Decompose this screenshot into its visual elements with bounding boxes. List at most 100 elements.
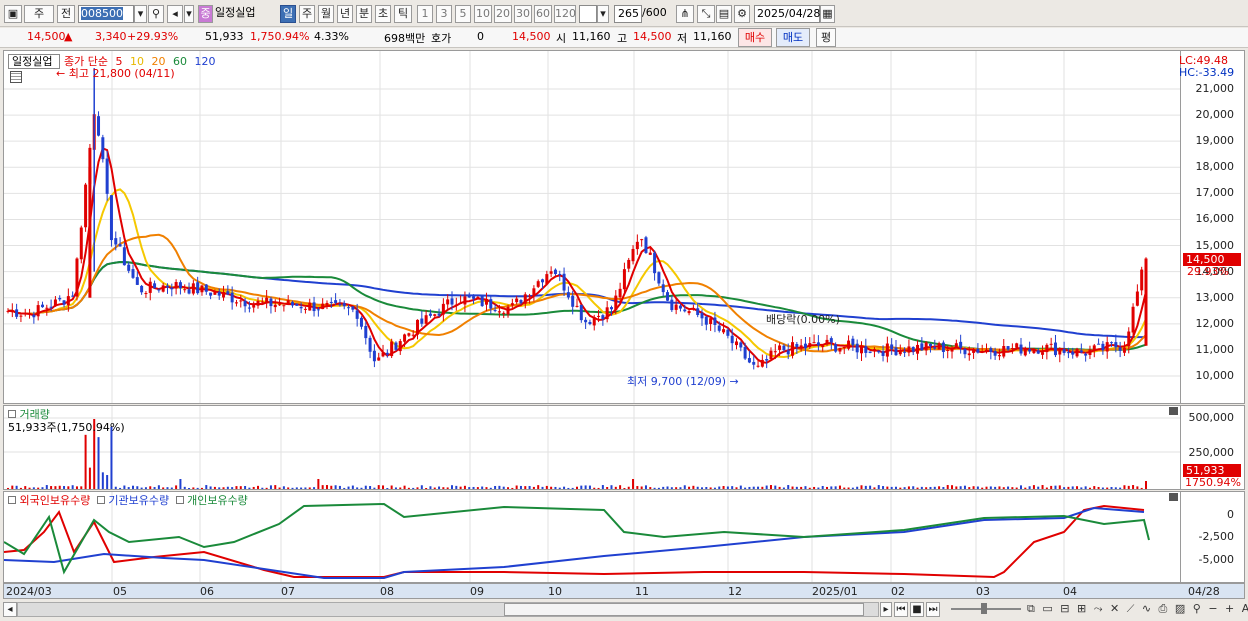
volume-bar bbox=[377, 485, 380, 489]
holdings-box-icon-2[interactable] bbox=[96, 496, 105, 504]
scroll-left-icon[interactable]: ◂ bbox=[3, 602, 17, 617]
drawing-tool-icon[interactable]: ⤡ bbox=[697, 5, 715, 23]
zoom-slider-handle[interactable] bbox=[981, 603, 987, 614]
font-size-icon[interactable]: A bbox=[1242, 602, 1248, 615]
scroll-right-icon[interactable]: ▸ bbox=[880, 602, 892, 617]
zoom-out-icon[interactable]: − bbox=[1208, 602, 1219, 615]
period-second[interactable]: 초 bbox=[375, 5, 391, 23]
legend-ma-5: 5 bbox=[115, 55, 123, 68]
interval-10[interactable]: 10 bbox=[474, 5, 492, 23]
flag-select[interactable]: 전 bbox=[57, 5, 75, 23]
speaker-icon[interactable]: ◂ bbox=[167, 5, 183, 23]
period-minute[interactable]: 분 bbox=[356, 5, 372, 23]
volume-bar bbox=[899, 487, 902, 489]
volume-bar bbox=[752, 486, 755, 489]
interval-custom-input[interactable] bbox=[579, 5, 597, 23]
candle-body bbox=[769, 350, 773, 360]
interval-30[interactable]: 30 bbox=[514, 5, 532, 23]
code-dropdown-icon[interactable]: ▾ bbox=[134, 5, 147, 23]
cross-icon[interactable]: ✕ bbox=[1110, 602, 1121, 615]
volume-close-icon[interactable] bbox=[1169, 407, 1178, 415]
volume-panel[interactable]: 거래량 51,933주(1,750.94%) bbox=[3, 405, 1181, 490]
candle-body bbox=[1131, 306, 1135, 333]
volume-bar bbox=[994, 486, 997, 489]
interval-60[interactable]: 60 bbox=[534, 5, 552, 23]
volume-bar bbox=[416, 487, 419, 489]
zoom-in-icon[interactable]: + bbox=[1225, 602, 1236, 615]
date-input[interactable]: 2025/04/28 bbox=[754, 5, 820, 23]
legend-foreign: 외국인보유수량 bbox=[19, 494, 91, 507]
holdings-box-icon-1[interactable] bbox=[8, 496, 16, 504]
chart-layout-icon[interactable]: ▣ bbox=[4, 5, 22, 23]
volume-box-icon[interactable] bbox=[8, 410, 16, 418]
candle-body bbox=[273, 304, 277, 308]
holdings-box-icon-3[interactable] bbox=[175, 496, 184, 504]
scroll-thumb[interactable] bbox=[504, 603, 864, 616]
buy-button[interactable]: 매수 bbox=[738, 28, 772, 47]
holdings-close-icon[interactable] bbox=[1169, 493, 1178, 501]
candle-body bbox=[359, 317, 363, 327]
candle-body bbox=[782, 345, 786, 351]
compare-icon[interactable]: ⊞ bbox=[1077, 602, 1088, 615]
interval-5[interactable]: 5 bbox=[455, 5, 471, 23]
candle-body bbox=[549, 271, 553, 274]
image-icon[interactable]: ▨ bbox=[1175, 602, 1187, 615]
candle-body bbox=[476, 296, 480, 298]
candle-body bbox=[291, 302, 294, 306]
wave-icon[interactable]: ∿ bbox=[1142, 602, 1153, 615]
speaker-dropdown-icon[interactable]: ▾ bbox=[184, 5, 194, 23]
candle-body bbox=[286, 300, 290, 304]
candle-body bbox=[230, 292, 234, 303]
gear-icon[interactable]: ⚙ bbox=[734, 5, 750, 23]
interval-3[interactable]: 3 bbox=[436, 5, 452, 23]
first-page-icon[interactable]: ⏮ bbox=[894, 602, 908, 617]
interval-120[interactable]: 120 bbox=[554, 5, 576, 23]
split-icon[interactable]: ⊟ bbox=[1060, 602, 1071, 615]
candle-body bbox=[1023, 349, 1027, 356]
grid-toggle-icon[interactable] bbox=[10, 71, 22, 83]
search-icon[interactable]: ⚲ bbox=[148, 5, 164, 23]
sell-button[interactable]: 매도 bbox=[776, 28, 810, 47]
extra-button[interactable]: 평 bbox=[816, 28, 836, 47]
interval-dropdown-icon[interactable]: ▾ bbox=[597, 5, 609, 23]
holdings-panel[interactable]: 외국인보유수량 기관보유수량 개인보유수량 bbox=[3, 491, 1181, 583]
price-chart-panel[interactable]: ← 최고 21,800 (04/11) 최저 9,700 (12/09) → 배당락… bbox=[3, 50, 1181, 404]
legend-stock-box[interactable]: 일정실업 bbox=[8, 54, 60, 69]
count-input[interactable]: 265 bbox=[614, 5, 642, 23]
volume-bar bbox=[688, 486, 691, 489]
candle-body bbox=[1036, 350, 1040, 354]
period-week[interactable]: 주 bbox=[299, 5, 315, 23]
candle-body bbox=[1066, 352, 1070, 354]
window-icon[interactable]: ▭ bbox=[1042, 602, 1054, 615]
volume-bar bbox=[196, 487, 199, 489]
copy-icon[interactable]: ⧉ bbox=[1027, 602, 1037, 615]
candle-body bbox=[174, 282, 178, 289]
trend-icon[interactable]: ⟋ bbox=[1127, 602, 1137, 615]
interval-1[interactable]: 1 bbox=[417, 5, 433, 23]
volume-bar bbox=[343, 487, 346, 489]
market-select[interactable]: 주 bbox=[24, 5, 54, 23]
print-icon[interactable]: ⎙ bbox=[1159, 602, 1170, 615]
candle-body bbox=[1071, 351, 1075, 355]
period-year[interactable]: 년 bbox=[337, 5, 353, 23]
stop-icon[interactable]: ■ bbox=[910, 602, 924, 617]
chart-line-icon[interactable]: ⤳ bbox=[1094, 602, 1105, 615]
volume-bar bbox=[869, 485, 872, 489]
last-page-icon[interactable]: ⏭ bbox=[926, 602, 940, 617]
volume-bar bbox=[295, 487, 298, 489]
candle-body bbox=[334, 300, 338, 303]
candle-body bbox=[144, 293, 148, 295]
candle-type-icon[interactable]: ⋔ bbox=[676, 5, 694, 23]
code-input[interactable]: 008500 bbox=[78, 5, 134, 23]
volume-bar bbox=[84, 434, 87, 489]
interval-20[interactable]: 20 bbox=[494, 5, 512, 23]
zoom-icon[interactable]: ⚲ bbox=[1193, 602, 1203, 615]
volume-tick-500k: 500,000 bbox=[1188, 411, 1235, 424]
scroll-track[interactable] bbox=[17, 602, 879, 617]
calendar-icon[interactable]: ▦ bbox=[820, 5, 835, 23]
period-day[interactable]: 일 bbox=[280, 5, 296, 23]
zoom-slider[interactable] bbox=[947, 602, 1025, 617]
save-icon[interactable]: ▤ bbox=[716, 5, 732, 23]
period-tick[interactable]: 틱 bbox=[394, 5, 412, 23]
period-month[interactable]: 월 bbox=[318, 5, 334, 23]
